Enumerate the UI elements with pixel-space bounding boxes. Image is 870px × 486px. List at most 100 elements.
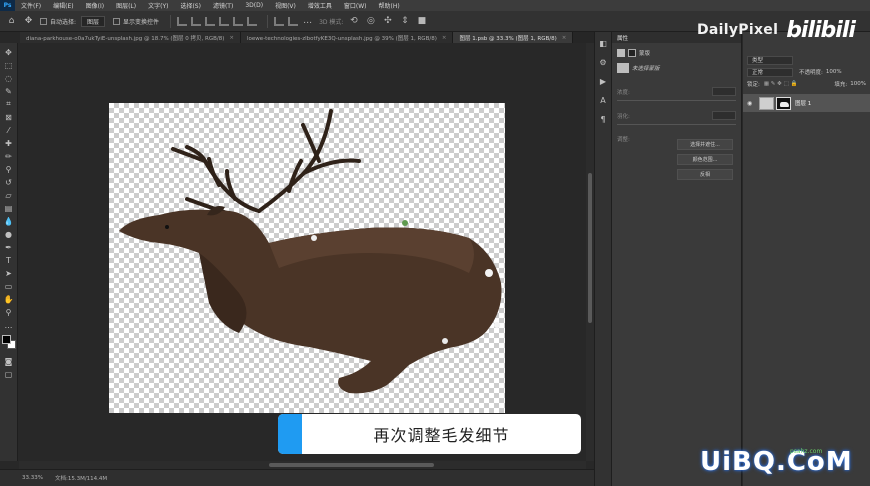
gradient-icon[interactable]: ▤ xyxy=(3,202,15,214)
horizontal-scrollbar[interactable] xyxy=(19,461,586,469)
blend-row: 正常 不透明度: 100% xyxy=(743,66,870,78)
feather-label: 羽化: xyxy=(617,113,630,120)
fill-value[interactable]: 100% xyxy=(850,81,866,87)
history-brush-icon[interactable]: ↺ xyxy=(3,176,15,188)
3d-pan-icon[interactable]: ✣ xyxy=(382,16,393,27)
vector-mask-icon[interactable] xyxy=(628,49,636,57)
align-vcenter-icon[interactable] xyxy=(191,16,202,26)
select-and-mask-button[interactable]: 选择并遮住... xyxy=(677,139,733,150)
auto-select-dropdown[interactable]: 图层 xyxy=(81,15,106,27)
auto-select-checkbox[interactable] xyxy=(40,17,47,25)
menu-select[interactable]: 选择(S) xyxy=(174,1,207,10)
3d-roll-icon[interactable]: ◎ xyxy=(365,16,376,27)
dodge-icon[interactable]: ● xyxy=(3,228,15,240)
rectangle-icon[interactable]: ▭ xyxy=(3,280,15,292)
path-select-icon[interactable]: ➤ xyxy=(3,267,15,279)
history-icon[interactable]: ◧ xyxy=(598,38,609,49)
zoom-icon[interactable]: ⚲ xyxy=(3,306,15,318)
feather-input[interactable] xyxy=(712,111,736,120)
align-right-icon[interactable] xyxy=(247,16,258,26)
layer-filter-dropdown[interactable]: 类型 xyxy=(747,55,793,65)
vertical-scroll-thumb[interactable] xyxy=(588,173,592,323)
hand-icon[interactable]: ✋ xyxy=(3,293,15,305)
home-icon[interactable]: ⌂ xyxy=(6,16,17,27)
invert-button[interactable]: 反相 xyxy=(677,169,733,180)
align-bottom-icon[interactable] xyxy=(205,16,216,26)
menu-view[interactable]: 视图(V) xyxy=(269,1,302,10)
healing-brush-icon[interactable]: ✚ xyxy=(3,137,15,149)
paragraph-icon[interactable]: ¶ xyxy=(598,114,609,125)
more-icon[interactable]: … xyxy=(302,16,313,27)
bilibili-logo: bilibili xyxy=(786,17,856,43)
type-icon[interactable]: T xyxy=(3,254,15,266)
distribute-icon[interactable] xyxy=(288,16,299,26)
eraser-icon[interactable]: ▱ xyxy=(3,189,15,201)
menu-type[interactable]: 文字(Y) xyxy=(142,1,174,10)
menu-filter[interactable]: 滤镜(T) xyxy=(207,1,239,10)
quick-mask-icon[interactable]: ◙ xyxy=(3,355,15,367)
eyedropper-icon[interactable]: ⁄ xyxy=(3,124,15,136)
properties-icon[interactable]: ⚙ xyxy=(598,57,609,68)
color-swatches[interactable] xyxy=(1,335,16,349)
foreground-color[interactable] xyxy=(1,335,11,344)
photoshop-logo[interactable]: Ps xyxy=(0,0,15,11)
lasso-icon[interactable]: ◌ xyxy=(3,72,15,84)
align-hcenter-icon[interactable] xyxy=(233,16,244,26)
menu-layer[interactable]: 图层(L) xyxy=(110,1,142,10)
frame-icon[interactable]: ⊠ xyxy=(3,111,15,123)
document-workspace[interactable] xyxy=(19,43,586,461)
layer-mask-thumbnail[interactable] xyxy=(776,96,791,110)
deer-cutout-image xyxy=(119,109,502,394)
doc-tab[interactable]: loewe-technologies-zlbotfyKE3Q-unsplash.… xyxy=(241,32,454,43)
actions-icon[interactable]: ▶ xyxy=(598,76,609,87)
menu-edit[interactable]: 编辑(E) xyxy=(47,1,79,10)
menu-plugins[interactable]: 增效工具 xyxy=(302,1,338,10)
align-left-icon[interactable] xyxy=(219,16,230,26)
marquee-icon[interactable]: ⬚ xyxy=(3,59,15,71)
character-icon[interactable]: A xyxy=(598,95,609,106)
pen-icon[interactable]: ✒ xyxy=(3,241,15,253)
blur-icon[interactable]: 💧 xyxy=(3,215,15,227)
layer-filter-row: 类型 xyxy=(743,54,870,66)
crop-icon[interactable]: ⌗ xyxy=(3,98,15,110)
quick-select-icon[interactable]: ✎ xyxy=(3,85,15,97)
vertical-scrollbar[interactable] xyxy=(586,43,594,461)
align-top-icon[interactable] xyxy=(177,16,188,26)
menu-file[interactable]: 文件(F) xyxy=(15,1,47,10)
color-range-button[interactable]: 颜色范围... xyxy=(677,154,733,165)
3d-rotate-icon[interactable]: ⟲ xyxy=(348,16,359,27)
layer-name[interactable]: 图层 1 xyxy=(795,99,811,107)
distribute-icon[interactable] xyxy=(274,16,285,26)
menu-image[interactable]: 图像(I) xyxy=(80,1,110,10)
clone-stamp-icon[interactable]: ⚲ xyxy=(3,163,15,175)
close-icon[interactable]: × xyxy=(442,35,447,41)
pixel-mask-icon[interactable] xyxy=(617,49,625,57)
zoom-level[interactable]: 33.33% xyxy=(22,475,43,481)
blend-mode-dropdown[interactable]: 正常 xyxy=(747,67,793,77)
menu-window[interactable]: 窗口(W) xyxy=(338,1,373,10)
close-icon[interactable]: × xyxy=(229,35,234,41)
menu-help[interactable]: 帮助(H) xyxy=(373,1,406,10)
opacity-value[interactable]: 100% xyxy=(826,69,842,75)
document-size[interactable]: 文档:15.3M/114.4M xyxy=(55,474,107,482)
move-icon[interactable]: ✥ xyxy=(3,46,15,58)
layer-row[interactable]: ◉ 图层 1 xyxy=(743,94,870,112)
doc-tab-active[interactable]: 图层 1.psb @ 33.3% (图层 1, RGB/8) × xyxy=(453,32,574,43)
layer-thumbnail[interactable] xyxy=(759,96,774,110)
lock-icons[interactable]: ▦ ✎ ✥ ⬚ 🔒 xyxy=(764,81,797,87)
transform-controls-checkbox[interactable] xyxy=(113,17,121,25)
screen-mode-icon[interactable]: ▢ xyxy=(3,368,15,380)
menu-3d[interactable]: 3D(D) xyxy=(239,2,269,9)
doc-tab[interactable]: diana-parkhouse-o0a7ukTyiE-unsplash.jpg … xyxy=(20,32,242,43)
transform-controls-label: 显示变换控件 xyxy=(123,18,160,26)
move-tool-icon[interactable]: ✥ xyxy=(23,16,34,27)
more-tools-icon[interactable]: … xyxy=(3,319,15,331)
density-input[interactable] xyxy=(712,87,736,96)
horizontal-scroll-thumb[interactable] xyxy=(269,463,434,467)
visibility-eye-icon[interactable]: ◉ xyxy=(747,100,755,107)
canvas[interactable] xyxy=(109,103,505,413)
3d-slide-icon[interactable]: ⇕ xyxy=(399,16,410,27)
close-icon[interactable]: × xyxy=(562,35,567,41)
3d-scale-icon[interactable]: ■ xyxy=(416,16,427,27)
brush-icon[interactable]: ✏ xyxy=(3,150,15,162)
